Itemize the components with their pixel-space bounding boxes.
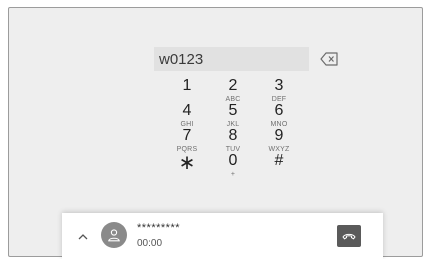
key-2[interactable]: 2 ABC xyxy=(210,76,256,104)
key-digit: 9 xyxy=(274,127,284,144)
end-call-button[interactable] xyxy=(337,225,361,247)
caller-name: ********* xyxy=(137,222,181,234)
backspace-button[interactable] xyxy=(318,49,340,69)
key-digit: # xyxy=(274,152,284,169)
key-3[interactable]: 3 DEF xyxy=(256,76,302,104)
key-8[interactable]: 8 TUV xyxy=(210,126,256,154)
key-digit: 4 xyxy=(182,102,192,119)
key-0[interactable]: 0 + xyxy=(210,151,256,179)
avatar xyxy=(101,222,127,248)
key-digit: ∗ xyxy=(178,152,196,174)
dialed-number-field[interactable]: w0123 xyxy=(154,47,309,71)
key-6[interactable]: 6 MNO xyxy=(256,101,302,129)
key-digit: 3 xyxy=(274,77,284,94)
key-7[interactable]: 7 PQRS xyxy=(164,126,210,154)
chevron-up-icon xyxy=(78,233,88,239)
key-hash[interactable]: # xyxy=(256,151,302,175)
key-1[interactable]: 1 xyxy=(164,76,210,100)
key-digit: 5 xyxy=(228,102,238,119)
key-digit: 0 xyxy=(228,152,238,169)
key-digit: 7 xyxy=(182,127,192,144)
key-digit: 8 xyxy=(228,127,238,144)
key-letters: + xyxy=(230,171,236,178)
backspace-icon xyxy=(320,52,338,66)
key-digit: 1 xyxy=(182,77,192,94)
key-star[interactable]: ∗ xyxy=(164,151,210,175)
dial-keypad: 1 2 ABC 3 DEF 4 GHI 5 JKL 6 MNO 7 PQRS 8 xyxy=(164,76,302,179)
dialed-number: w0123 xyxy=(159,50,204,68)
call-duration: 00:00 xyxy=(137,238,163,249)
key-digit: 6 xyxy=(274,102,284,119)
key-9[interactable]: 9 WXYZ xyxy=(256,126,302,154)
key-5[interactable]: 5 JKL xyxy=(210,101,256,129)
key-4[interactable]: 4 GHI xyxy=(164,101,210,129)
hang-up-icon xyxy=(342,233,356,240)
active-call-bar: ********* 00:00 xyxy=(62,213,383,259)
key-digit: 2 xyxy=(228,77,238,94)
person-icon xyxy=(108,229,120,242)
expand-call-button[interactable] xyxy=(73,226,93,246)
